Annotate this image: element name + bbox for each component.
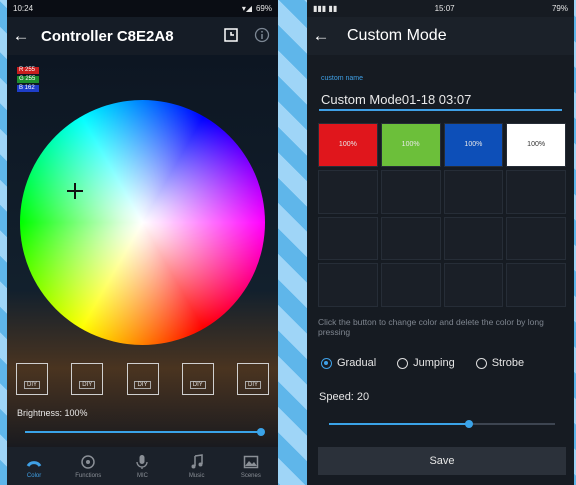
scenes-icon (243, 455, 259, 469)
rgb-badge: G 255 (17, 76, 39, 83)
custom-mode-screen: ▮▮▮ ▮▮ 15:07 79% ← Custom Mode custom na… (307, 0, 574, 485)
nav-item[interactable]: MIC (117, 453, 167, 479)
hint-text: Click the button to change color and del… (318, 317, 544, 337)
music-note-icon (191, 454, 203, 469)
brightness-label: Brightness: 100% (17, 408, 88, 418)
radio-circle[interactable] (321, 357, 332, 369)
page-title: Controller C8E2A8 (41, 27, 174, 45)
diy-button[interactable]: DIY (237, 363, 269, 395)
color-picker-crosshair[interactable] (67, 183, 83, 199)
color-slot[interactable]: 100% (380, 123, 441, 167)
timer-icon[interactable] (222, 26, 240, 44)
brightness-slider-fill (25, 431, 261, 433)
nav-item-label: MIC (136, 473, 148, 479)
mode-radio-gradual[interactable]: Gradual (321, 357, 376, 369)
signal-icon: ▮▮▮ ▮▮ (313, 4, 338, 13)
back-arrow-icon[interactable]: ← (7, 26, 35, 46)
status-bar: ▮▮▮ ▮▮ 15:07 79% (307, 0, 574, 17)
radio-circle[interactable] (475, 357, 487, 369)
empty-color-slot[interactable] (318, 263, 378, 307)
diy-button[interactable]: DIY (16, 363, 48, 395)
diy-button-row: DIY DIY DIY DIY DIY (16, 363, 269, 395)
status-time: 15:07 (434, 4, 455, 13)
status-bar: 10:24 ▾◢ 69% (7, 0, 278, 17)
empty-color-slot[interactable] (506, 216, 566, 261)
brightness-slider-thumb[interactable] (257, 428, 265, 436)
mode-radio-group: Gradual Jumping Strobe (321, 357, 545, 369)
diy-button-label: DIY (79, 381, 96, 389)
mode-radio-jumping[interactable]: Jumping (397, 357, 455, 369)
empty-color-slot[interactable] (506, 169, 566, 214)
rgb-badge: B 162 (17, 85, 39, 92)
radio-circle[interactable] (397, 357, 409, 369)
bottom-nav: Color Functions MIC Music Scenes (7, 447, 278, 485)
app-bar: ← Controller C8E2A8 (7, 17, 278, 55)
empty-color-slot[interactable] (380, 169, 441, 214)
speed-slider[interactable] (329, 420, 555, 428)
diy-button-label: DIY (23, 381, 40, 389)
info-icon[interactable] (253, 26, 271, 44)
nav-item[interactable]: Scenes (226, 453, 276, 479)
save-button[interactable]: Save (318, 447, 566, 475)
nav-item-label: Functions (75, 473, 102, 479)
battery-level: 69% (255, 4, 272, 13)
diy-button[interactable]: DIY (71, 363, 104, 395)
empty-color-slot[interactable] (380, 216, 441, 261)
diy-button[interactable]: DIY (181, 363, 214, 395)
back-arrow-icon[interactable]: ← (307, 26, 335, 46)
status-time: 10:24 (13, 4, 34, 13)
rgb-readout: R 255 G 255 B 162 (17, 67, 39, 94)
mode-radio-strobe[interactable]: Strobe (475, 357, 525, 369)
color-slot-grid: 100% 100% 100% 100% (318, 123, 566, 307)
color-slot[interactable]: 100% (318, 123, 378, 167)
diy-button-label: DIY (189, 381, 206, 389)
empty-color-slot[interactable] (443, 216, 504, 261)
empty-color-slot[interactable] (443, 263, 504, 307)
empty-color-slot[interactable] (380, 263, 441, 307)
mode-label: Gradual (337, 357, 377, 369)
battery-level: 79% (551, 4, 568, 13)
functions-icon (81, 455, 96, 469)
rgb-badge: R 255 (17, 67, 39, 74)
nav-item-label: Color (26, 473, 42, 479)
nav-item-label: Music (188, 473, 205, 479)
nav-item-label: Scenes (240, 473, 261, 479)
speed-label: Speed: 20 (319, 391, 370, 403)
signal-icon: ▾◢ (241, 4, 252, 13)
app-bar: ← Custom Mode (307, 17, 574, 55)
diy-button-label: DIY (244, 381, 261, 389)
color-wheel[interactable] (20, 100, 265, 345)
color-panel: R 255 G 255 B 162 DIY DIY DIY DIY DIY Brightne… (7, 55, 278, 447)
custom-name-input[interactable] (319, 89, 562, 111)
page-title: Custom Mode (347, 27, 447, 44)
empty-color-slot[interactable] (318, 216, 378, 261)
nav-item[interactable]: Music (172, 453, 222, 479)
mode-label: Jumping (413, 357, 455, 369)
speed-slider-thumb[interactable] (465, 420, 474, 428)
mic-icon (136, 455, 149, 469)
brightness-slider[interactable] (25, 428, 265, 436)
custom-name-label: custom name (321, 75, 364, 82)
diy-button-label: DIY (134, 381, 151, 389)
mode-label: Strobe (491, 357, 525, 369)
empty-color-slot[interactable] (443, 169, 504, 214)
empty-color-slot[interactable] (318, 169, 378, 214)
speed-slider-fill (329, 423, 470, 425)
color-wheel-icon (26, 461, 42, 467)
nav-item[interactable]: Functions (63, 453, 113, 479)
color-slot[interactable]: 100% (506, 123, 566, 167)
color-slot[interactable]: 100% (443, 123, 504, 167)
nav-item[interactable]: Color (9, 453, 59, 479)
empty-color-slot[interactable] (506, 263, 566, 307)
diy-button[interactable]: DIY (126, 363, 159, 395)
controller-screen: 10:24 ▾◢ 69% ← Controller C8E2A8 R 255 G … (7, 0, 278, 485)
